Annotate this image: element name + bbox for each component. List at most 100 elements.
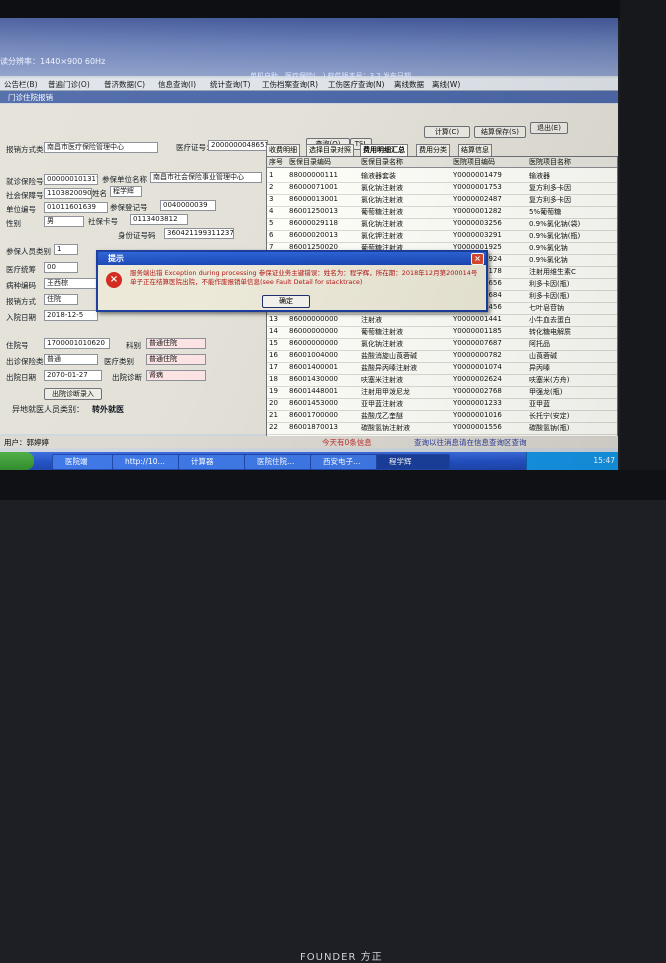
tab-fee-class[interactable]: 费用分类 bbox=[416, 144, 450, 156]
taskbar-item[interactable]: http://10… bbox=[112, 454, 188, 470]
menu-item[interactable]: 普遍门诊(O) bbox=[48, 79, 90, 90]
menu-item[interactable]: 离线数据 bbox=[394, 79, 424, 90]
certno-value[interactable]: 3604211993112378 bbox=[164, 228, 234, 239]
grid-cell: 利多卡因(瓶) bbox=[529, 292, 570, 300]
menu-item[interactable]: 工伤档案查询(R) bbox=[262, 79, 318, 90]
tab-fee-summary[interactable]: 费用明细汇总 bbox=[360, 144, 408, 156]
grid-cell: Y0000001441 bbox=[453, 315, 502, 323]
field-value[interactable]: 1103820090809 bbox=[44, 188, 92, 199]
menu-item[interactable]: 统计查询(T) bbox=[210, 79, 250, 90]
close-icon[interactable]: × bbox=[471, 253, 484, 265]
field-value[interactable]: 王西棕 bbox=[44, 278, 98, 289]
field-label: 就诊保险号 bbox=[6, 177, 44, 186]
grid-header-cell[interactable]: 医保目录编码 bbox=[289, 157, 331, 167]
card-value[interactable]: 0113403812 bbox=[130, 214, 188, 225]
dept-value[interactable]: 普通住院 bbox=[146, 338, 206, 349]
grid-cell: Y0000001233 bbox=[453, 399, 502, 407]
grid-cell: 86001870013 bbox=[289, 423, 338, 431]
footer-info: 今天有0条信息 bbox=[322, 438, 372, 447]
grid-cell: 盐酸异丙嗪注射液 bbox=[361, 364, 417, 372]
menu-item[interactable]: 普济数据(C) bbox=[104, 79, 145, 90]
field-value[interactable]: 住院 bbox=[44, 294, 78, 305]
tab-catalog-map[interactable]: 选择目录对照 bbox=[306, 144, 354, 156]
card-label: 社保卡号 bbox=[88, 217, 118, 226]
window-title: 门诊住院报销 bbox=[8, 93, 53, 102]
grid-cell: Y0000003291 bbox=[453, 231, 502, 239]
taskbar-item[interactable]: 西安电子… bbox=[310, 454, 386, 470]
save-button[interactable]: 结算保存(S) bbox=[474, 126, 526, 138]
field-value[interactable]: 程学辉 bbox=[110, 186, 142, 197]
grid-cell: 呋塞米注射液 bbox=[361, 376, 403, 384]
system-tray: 15:47 bbox=[526, 452, 618, 470]
grid-header: 序号 医保目录编码 医保目录名称 医院项目编码 医院项目名称 bbox=[267, 157, 617, 168]
grid-cell: 0.9%氯化钠(瓶) bbox=[529, 232, 581, 240]
taskbar-item[interactable]: 程学辉 bbox=[376, 454, 450, 470]
diagnosis-enter-button[interactable]: 出院诊断录入 bbox=[44, 388, 102, 400]
field-value[interactable]: 普通住院 bbox=[146, 354, 206, 365]
grid-cell: 复方利多卡因 bbox=[529, 184, 571, 192]
settle-type-select[interactable]: 南昌市医疗保险管理中心 bbox=[44, 142, 158, 153]
grid-header-cell[interactable]: 医院项目名称 bbox=[529, 157, 571, 167]
grid-cell: 甲强龙(瓶) bbox=[529, 388, 563, 396]
field-value[interactable]: 男 bbox=[44, 216, 84, 227]
monitor-bezel-bottom: FOUNDER 方正 bbox=[0, 470, 666, 963]
grid-cell: Y0000001556 bbox=[453, 423, 502, 431]
unit-value[interactable]: 01011601639 bbox=[44, 202, 108, 213]
grid-cell: 86001448001 bbox=[289, 387, 338, 395]
exit-button[interactable]: 退出(E) bbox=[530, 122, 568, 134]
disease-value[interactable]: 肾病 bbox=[146, 370, 206, 381]
field-value[interactable]: 南昌市社会保险事业管理中心 bbox=[150, 172, 262, 183]
grid-cell: 5 bbox=[269, 219, 274, 227]
category-value[interactable]: 1 bbox=[54, 244, 78, 255]
taskbar: 医院端 http://10… 计算器 医院住院… 西安电子… 程学辉 15:47 bbox=[0, 452, 618, 470]
error-dialog: 提示 × × 服务端出错 Exception during processing… bbox=[96, 250, 488, 312]
grid-cell: 88000000111 bbox=[289, 171, 338, 179]
ok-button[interactable]: 确定 bbox=[262, 295, 310, 308]
footer-tip: 查询以往消息请在信息查询区查询 bbox=[414, 438, 527, 447]
grid-cell: 盐酸消旋山莨菪碱 bbox=[361, 352, 417, 360]
field-value[interactable]: 00 bbox=[44, 262, 78, 273]
grid-cell: 5%葡萄糖 bbox=[529, 208, 562, 216]
taskbar-item[interactable]: 计算器 bbox=[178, 454, 254, 470]
reg-value[interactable]: 0040000039 bbox=[160, 200, 216, 211]
menu-item[interactable]: 离线(W) bbox=[432, 79, 460, 90]
tab-fee-detail[interactable]: 收费明细 bbox=[266, 144, 300, 156]
grid-header-cell[interactable]: 医院项目编码 bbox=[453, 157, 495, 167]
calc-button[interactable]: 计算(C) bbox=[424, 126, 470, 138]
footer-bar: 用户：郭婷婷 今天有0条信息 查询以往消息请在信息查询区查询 bbox=[0, 436, 618, 448]
field-label: 报销方式 bbox=[6, 297, 36, 306]
grid-cell: 2 bbox=[269, 183, 274, 191]
grid-cell: Y0000007687 bbox=[453, 339, 502, 347]
field-value[interactable]: 2018-12-5 bbox=[44, 310, 98, 321]
grid-cell: 注射液 bbox=[361, 316, 382, 324]
menu-item[interactable]: 信息查询(I) bbox=[158, 79, 196, 90]
grid-header-cell[interactable]: 医保目录名称 bbox=[361, 157, 403, 167]
dialog-title: 提示 bbox=[108, 254, 124, 263]
field-value[interactable]: 1700001010620 bbox=[44, 338, 110, 349]
menu-bar: 公告栏(B) 普遍门诊(O) 普济数据(C) 信息查询(I) 统计查询(T) 工… bbox=[0, 78, 618, 91]
insurance-value[interactable]: 普通 bbox=[44, 354, 98, 365]
menu-item[interactable]: 公告栏(B) bbox=[4, 79, 38, 90]
grid-cell: 18 bbox=[269, 375, 278, 383]
field-value[interactable]: 0000001013178 bbox=[44, 174, 98, 185]
grid-cell: 氯化钠注射液 bbox=[361, 220, 403, 228]
grid-cell: 转化糖电解质 bbox=[529, 328, 571, 336]
error-icon: × bbox=[106, 272, 122, 288]
start-button[interactable] bbox=[0, 452, 34, 470]
monitor-bezel-right bbox=[620, 0, 666, 500]
menu-item[interactable]: 工伤医疗查询(N) bbox=[328, 79, 384, 90]
dialog-titlebar: 提示 × bbox=[98, 252, 486, 265]
footer-user: 用户：郭婷婷 bbox=[4, 438, 49, 447]
grid-cell: 86001004000 bbox=[289, 351, 338, 359]
id-input[interactable]: 2000000048651 bbox=[208, 140, 268, 151]
grid-cell: 七叶皂苷钠 bbox=[529, 304, 564, 312]
grid-cell: 86000029118 bbox=[289, 219, 338, 227]
unit-label: 单位编号 bbox=[6, 205, 36, 214]
grid-cell: Y0000001753 bbox=[453, 183, 502, 191]
tab-settle-info[interactable]: 结算信息 bbox=[458, 144, 492, 156]
grid-header-cell[interactable]: 序号 bbox=[269, 157, 283, 167]
grid-cell: 86000013001 bbox=[289, 195, 338, 203]
taskbar-item[interactable]: 医院住院… bbox=[244, 454, 320, 470]
field-label: 社会保障号 bbox=[6, 191, 44, 200]
field-value[interactable]: 2070-01-27 bbox=[44, 370, 102, 381]
